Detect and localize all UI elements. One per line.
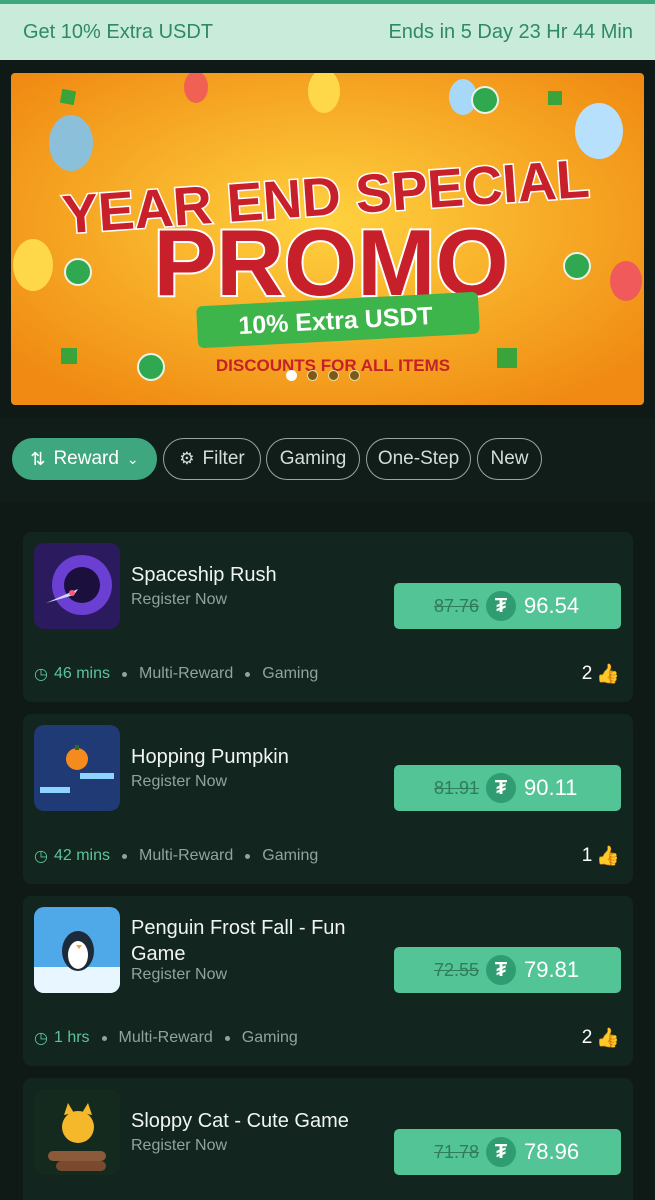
reward-price-button[interactable]: 87.76 ₮ 96.54 [394, 583, 621, 629]
old-price: 87.76 [434, 595, 480, 616]
promo-bar[interactable]: Get 10% Extra USDT Ends in 5 Day 23 Hr 4… [0, 4, 655, 60]
game-thumbnail[interactable] [34, 1089, 120, 1175]
card-meta: ◷ 46 mins Multi-Reward Gaming [34, 664, 318, 684]
separator-dot [245, 671, 251, 677]
sort-reward-chip[interactable]: ⇅ Reward ⌄ [12, 438, 157, 480]
clock-icon: ◷ [34, 1030, 48, 1047]
game-thumbnail[interactable] [34, 907, 120, 993]
balloon-icon [49, 115, 93, 171]
reward-price-button[interactable]: 72.55 ₮ 79.81 [394, 947, 621, 993]
separator-dot [122, 671, 127, 677]
slide-dot[interactable] [307, 370, 318, 381]
reward-price-button[interactable]: 81.91 ₮ 90.11 [394, 765, 621, 811]
game-subtitle: Register Now [131, 1137, 228, 1154]
separator-dot [122, 853, 127, 859]
card-meta: ◷ 42 mins Multi-Reward Gaming [34, 846, 318, 866]
game-subtitle: Register Now [131, 591, 228, 608]
tether-icon: ₮ [486, 955, 516, 985]
thumbs-up-icon: 👍 [596, 846, 620, 867]
clock-icon: ◷ [34, 848, 48, 865]
like-button[interactable]: 2 👍 [582, 1026, 620, 1050]
offer-card[interactable]: Hopping Pumpkin Register Now 81.91 ₮ 90.11 ◷ 4… [23, 714, 633, 884]
tether-icon: ₮ [486, 1137, 516, 1167]
like-button[interactable]: 1 👍 [582, 844, 620, 868]
offer-card[interactable]: Penguin Frost Fall - Fun Game Register No… [23, 896, 633, 1066]
tag-gaming: Gaming [262, 847, 319, 864]
game-title[interactable]: Spaceship Rush [131, 562, 381, 588]
tag-multi-reward: Multi-Reward [139, 847, 234, 864]
tether-icon: ₮ [486, 773, 516, 803]
tether-icon: ₮ [486, 591, 516, 621]
tag-multi-reward: Multi-Reward [118, 1029, 213, 1046]
chip-one-step[interactable]: One-Step [366, 438, 471, 480]
old-price: 81.91 [434, 777, 480, 798]
old-price: 72.55 [434, 959, 480, 980]
tag-gaming: Gaming [241, 1029, 298, 1046]
slide-dot[interactable] [286, 370, 297, 381]
banner-artwork: YEAR END SPECIAL PROMO 10% Extra USDT DI… [11, 73, 644, 405]
game-title[interactable]: Penguin Frost Fall - Fun Game [131, 915, 381, 967]
duration-label: 1 hrs [53, 1029, 90, 1046]
slide-indicator[interactable] [286, 370, 360, 381]
like-count: 2 [581, 1027, 593, 1048]
like-count: 1 [581, 845, 593, 866]
thumbs-up-icon: 👍 [596, 664, 620, 685]
game-thumbnail[interactable] [34, 543, 120, 629]
new-price: 96.54 [524, 593, 580, 618]
duration: ◷ 42 mins [34, 846, 110, 866]
game-thumbnail[interactable] [34, 725, 120, 811]
like-count: 2 [581, 663, 593, 684]
duration: ◷ 1 hrs [34, 1028, 90, 1048]
card-meta: ◷ 1 hrs Multi-Reward Gaming [34, 1028, 298, 1048]
offer-card[interactable]: Spaceship Rush Register Now 87.76 ₮ 96.54 ◷ 46… [23, 532, 633, 702]
duration: ◷ 46 mins [34, 664, 110, 684]
thumbs-up-icon: 👍 [596, 1028, 620, 1049]
tag-multi-reward: Multi-Reward [139, 665, 234, 682]
game-subtitle: Register Now [131, 773, 228, 790]
filter-label: Filter [202, 448, 245, 469]
slide-dot[interactable] [349, 370, 360, 381]
separator-dot [224, 1035, 230, 1041]
new-price: 90.11 [524, 775, 578, 800]
separator-dot [101, 1035, 107, 1041]
tag-gaming: Gaming [262, 665, 319, 682]
new-price: 78.96 [524, 1139, 580, 1164]
separator-dot [245, 853, 251, 859]
sort-label: Reward [53, 448, 119, 469]
chevron-down-icon: ⌄ [126, 450, 139, 467]
chip-gaming[interactable]: Gaming [266, 438, 360, 480]
game-title[interactable]: Sloppy Cat - Cute Game [131, 1108, 381, 1134]
filter-chips-row: ⇅ Reward ⌄ ⚙ Filter Gaming One-Step New [0, 418, 655, 502]
reward-price-button[interactable]: 71.78 ₮ 78.96 [394, 1129, 621, 1175]
slide-dot[interactable] [328, 370, 339, 381]
promo-banner[interactable]: YEAR END SPECIAL PROMO 10% Extra USDT DI… [11, 73, 644, 405]
like-button[interactable]: 2 👍 [582, 662, 620, 686]
new-price: 79.81 [524, 957, 580, 982]
filter-chip[interactable]: ⚙ Filter [163, 438, 261, 480]
promo-label: Get 10% Extra USDT [23, 20, 214, 43]
duration-label: 46 mins [53, 665, 110, 682]
offer-card[interactable]: Sloppy Cat - Cute Game Register Now 71.78 ₮… [23, 1078, 633, 1200]
game-subtitle: Register Now [131, 966, 228, 983]
clock-icon: ◷ [34, 666, 48, 683]
old-price: 71.78 [434, 1141, 480, 1162]
promo-countdown: Ends in 5 Day 23 Hr 44 Min [388, 20, 633, 43]
chip-new[interactable]: New [477, 438, 542, 480]
duration-label: 42 mins [53, 847, 110, 864]
sliders-icon: ⚙ [179, 449, 195, 468]
sort-icon: ⇅ [30, 448, 46, 469]
game-title[interactable]: Hopping Pumpkin [131, 744, 381, 770]
